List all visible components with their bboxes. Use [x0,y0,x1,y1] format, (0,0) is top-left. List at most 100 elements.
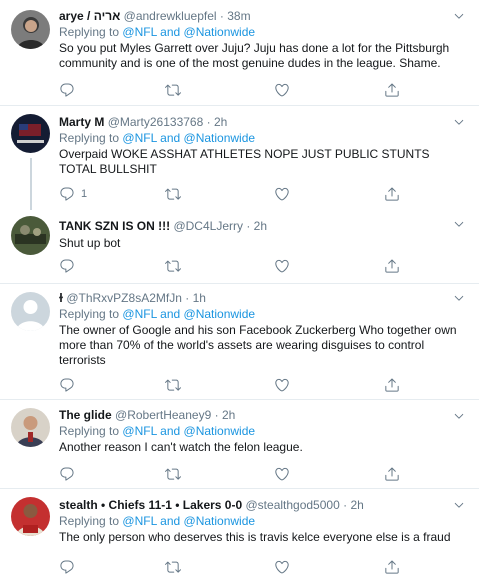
tweet-header: TANK SZN IS ON !!! @DC4LJerry · 2h [59,218,459,234]
reply-button[interactable] [59,258,75,274]
like-button[interactable] [274,466,290,482]
reply-icon [59,82,75,98]
replying-to: Replying to @NFL and @Nationwide [59,513,459,529]
tweet[interactable]: The glide @RobertHeaney9 · 2h Replying t… [0,400,479,489]
share-button[interactable] [384,466,400,482]
reply-button[interactable]: 1 [59,186,87,202]
like-button[interactable] [274,377,290,393]
retweet-button[interactable] [165,258,181,274]
share-button[interactable] [384,186,400,202]
retweet-button[interactable] [165,82,181,98]
tweet[interactable]: Marty M @Marty26133768 · 2h Replying to … [0,106,479,210]
chevron-down-icon[interactable] [453,116,465,128]
thread-line [30,158,32,210]
share-icon [384,377,400,393]
timestamp[interactable]: 2h [222,408,235,422]
tweet[interactable]: arye / אריה @andrewkluepfel · 38m Replyi… [0,0,479,106]
reply-target-link[interactable]: @NFL and @Nationwide [122,131,255,145]
user-handle[interactable]: @Marty26133768 [108,115,204,129]
share-button[interactable] [384,82,400,98]
display-name[interactable]: stealth • Chiefs 11-1 • Lakers 0-0 [59,498,242,512]
reply-icon [59,186,75,202]
heart-icon [274,186,290,202]
separator-dot: · [214,408,219,422]
mention-nationwide[interactable]: @Nationwide [184,514,256,528]
display-name[interactable]: Marty M [59,115,104,129]
avatar[interactable] [11,497,50,536]
mention-nationwide[interactable]: @Nationwide [184,307,256,321]
mention-nationwide[interactable]: @Nationwide [184,424,256,438]
tweet-text: The owner of Google and his son Facebook… [59,323,457,367]
mention-nfl[interactable]: @NFL [122,514,156,528]
share-icon [384,466,400,482]
share-icon [384,186,400,202]
like-button[interactable] [274,559,290,575]
tweet-text: So you put Myles Garrett over Juju? Juju… [59,41,450,70]
mention-nfl[interactable]: @NFL [122,25,156,39]
mention-nfl[interactable]: @NFL [122,424,156,438]
user-handle[interactable]: @stealthgod5000 [246,498,340,512]
avatar[interactable] [11,216,50,255]
tweet-text: Overpaid WOKE ASSHAT ATHLETES NOPE JUST … [59,147,430,176]
user-handle[interactable]: @RobertHeaney9 [115,408,211,422]
reply-button[interactable] [59,466,75,482]
timestamp[interactable]: 2h [254,219,267,233]
share-button[interactable] [384,377,400,393]
mention-nationwide[interactable]: @Nationwide [184,25,256,39]
reply-target-link[interactable]: @NFL and @Nationwide [122,307,255,321]
share-icon [384,559,400,575]
timestamp[interactable]: 38m [227,9,250,23]
display-name[interactable]: ɫ [59,291,63,305]
retweet-button[interactable] [165,466,181,482]
share-button[interactable] [384,258,400,274]
retweet-icon [165,466,181,482]
timestamp[interactable]: 2h [350,498,363,512]
replying-to: Replying to @NFL and @Nationwide [59,423,459,439]
retweet-button[interactable] [165,186,181,202]
retweet-button[interactable] [165,377,181,393]
retweet-button[interactable] [165,559,181,575]
reply-button[interactable] [59,82,81,98]
mention-nationwide[interactable]: @Nationwide [184,131,256,145]
avatar[interactable] [11,10,50,49]
replying-to: Replying to @NFL and @Nationwide [59,306,459,322]
display-name[interactable]: arye / אריה [59,9,120,23]
reply-button[interactable] [59,377,75,393]
share-icon [384,82,400,98]
chevron-down-icon[interactable] [453,410,465,422]
like-button[interactable] [274,258,290,274]
tweet[interactable]: stealth • Chiefs 11-1 • Lakers 0-0 @stea… [0,489,479,579]
tweet-text: Shut up bot [59,236,121,250]
display-name[interactable]: TANK SZN IS ON !!! [59,219,170,233]
mention-nfl[interactable]: @NFL [122,131,156,145]
timestamp[interactable]: 1h [193,291,206,305]
avatar[interactable] [11,114,50,153]
reply-target-link[interactable]: @NFL and @Nationwide [122,25,255,39]
display-name[interactable]: The glide [59,408,112,422]
chevron-down-icon[interactable] [453,292,465,304]
tweet-text: Another reason I can't watch the felon l… [59,440,303,454]
like-button[interactable] [274,186,290,202]
reply-target-link[interactable]: @NFL and @Nationwide [122,424,255,438]
share-button[interactable] [384,559,400,575]
avatar[interactable] [11,292,50,331]
user-handle[interactable]: @ThRxvPZ8sA2MfJn [66,291,182,305]
tweet[interactable]: TANK SZN IS ON !!! @DC4LJerry · 2h Shut … [0,206,479,284]
user-handle[interactable]: @andrewkluepfel [124,9,217,23]
mention-nfl[interactable]: @NFL [122,307,156,321]
timestamp[interactable]: 2h [214,115,227,129]
reply-button[interactable] [59,559,75,575]
reply-icon [59,258,75,274]
chevron-down-icon[interactable] [453,10,465,22]
reply-icon [59,466,75,482]
chevron-down-icon[interactable] [453,218,465,230]
avatar[interactable] [11,408,50,447]
replying-to-label: Replying to [59,131,120,145]
user-handle[interactable]: @DC4LJerry [173,219,243,233]
heart-icon [274,82,290,98]
reply-count: 1 [81,188,88,200]
tweet[interactable]: ɫ @ThRxvPZ8sA2MfJn · 1h Replying to @NFL… [0,284,479,400]
reply-target-link[interactable]: @NFL and @Nationwide [122,514,255,528]
chevron-down-icon[interactable] [453,499,465,511]
like-button[interactable] [274,82,290,98]
